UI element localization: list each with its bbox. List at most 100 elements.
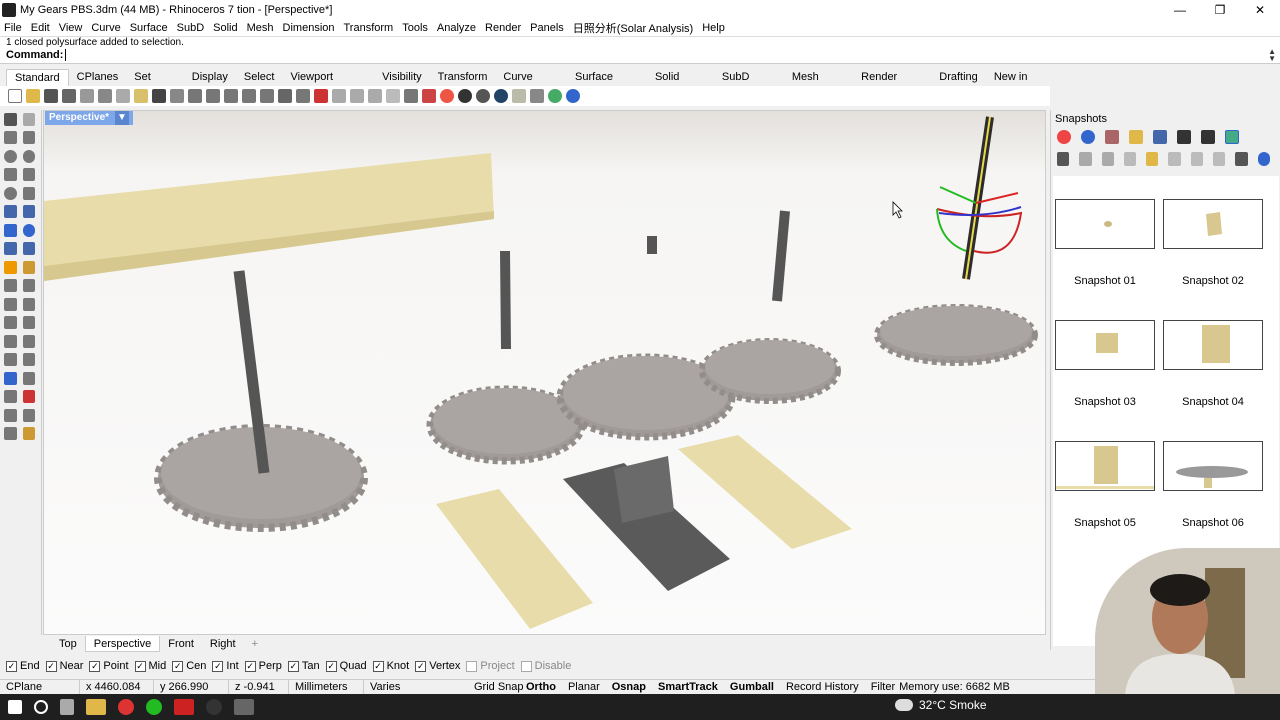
render-sphere-icon[interactable]: [476, 89, 490, 103]
minimize-button[interactable]: —: [1160, 0, 1200, 20]
cplane-icon[interactable]: [350, 89, 364, 103]
status-ortho[interactable]: Ortho: [520, 680, 562, 694]
osnap-cen[interactable]: ✓ Cen: [172, 660, 206, 672]
curve-icon[interactable]: [22, 131, 35, 145]
menu-mesh[interactable]: Mesh: [247, 22, 274, 34]
view-tab-right[interactable]: Right: [202, 636, 244, 652]
cut-icon[interactable]: [98, 89, 112, 103]
menu-surface[interactable]: Surface: [130, 22, 168, 34]
menu-tools[interactable]: Tools: [402, 22, 428, 34]
snap-icon[interactable]: [368, 89, 382, 103]
mesh-icon[interactable]: [4, 279, 17, 293]
wand-icon[interactable]: [512, 89, 526, 103]
point-icon[interactable]: [22, 112, 35, 126]
undo-view-icon[interactable]: [278, 89, 292, 103]
menu-solid[interactable]: Solid: [213, 22, 237, 34]
tab-drafting[interactable]: Drafting: [931, 69, 986, 86]
view-tab-top[interactable]: Top: [51, 636, 85, 652]
zoom-icon[interactable]: [206, 89, 220, 103]
menu-solar-analysis[interactable]: 日照分析(Solar Analysis): [573, 20, 693, 36]
extrude-icon[interactable]: [22, 242, 35, 256]
view-mode-icon[interactable]: [1235, 152, 1248, 166]
tab-curve-tools[interactable]: Curve Tools: [495, 69, 567, 100]
add-view-tab-button[interactable]: +: [244, 636, 266, 652]
text-icon[interactable]: [4, 334, 17, 348]
move-up-icon[interactable]: [1190, 152, 1204, 166]
tab-standard[interactable]: Standard: [6, 69, 69, 86]
menu-view[interactable]: View: [59, 22, 83, 34]
shaded-sphere-icon[interactable]: [458, 89, 472, 103]
boolean-diff-icon[interactable]: [22, 260, 35, 274]
array-icon[interactable]: [4, 390, 17, 404]
select-arrow-icon[interactable]: [4, 112, 17, 126]
osnap-project[interactable]: Project: [466, 660, 515, 672]
status-smarttrack[interactable]: SmartTrack: [652, 680, 724, 694]
shaft-middle[interactable]: [500, 250, 511, 350]
block-icon[interactable]: [22, 353, 35, 367]
tab-transform[interactable]: Transform: [430, 69, 496, 86]
search-icon[interactable]: [34, 700, 48, 714]
osnap-end[interactable]: ✓ End: [6, 660, 40, 672]
light-icon[interactable]: [386, 89, 400, 103]
menu-edit[interactable]: Edit: [31, 22, 50, 34]
tab-solid-tools[interactable]: Solid Tools: [647, 69, 714, 100]
whatsapp-icon[interactable]: [146, 699, 162, 715]
boolean-union-icon[interactable]: [4, 260, 17, 274]
undo-icon[interactable]: [152, 89, 166, 103]
rectangle-icon[interactable]: [22, 168, 35, 182]
color-wheel-icon[interactable]: [440, 89, 454, 103]
menu-file[interactable]: File: [4, 22, 22, 34]
menu-curve[interactable]: Curve: [91, 22, 120, 34]
folder-icon[interactable]: [1129, 130, 1143, 144]
close-button[interactable]: ✕: [1240, 0, 1280, 20]
snapshot-01-thumb[interactable]: [1055, 199, 1155, 249]
snapshot-02-thumb[interactable]: [1163, 199, 1263, 249]
start-button[interactable]: [8, 700, 22, 714]
status-units[interactable]: Millimeters: [289, 680, 364, 694]
menu-analyze[interactable]: Analyze: [437, 22, 476, 34]
status-gumball[interactable]: Gumball: [724, 680, 780, 694]
zoom-selected-icon[interactable]: [260, 89, 274, 103]
grid-icon[interactable]: [314, 89, 328, 103]
explode-icon[interactable]: [22, 279, 35, 293]
dimension-icon[interactable]: [22, 334, 35, 348]
print-icon[interactable]: [62, 89, 76, 103]
osnap-tan[interactable]: ✓ Tan: [287, 660, 320, 672]
fillet-edge-icon[interactable]: [4, 297, 17, 311]
analyze-icon[interactable]: [4, 408, 17, 422]
snapshot-03-thumb[interactable]: [1055, 320, 1155, 370]
render-icon[interactable]: [494, 89, 508, 103]
viewport-dropdown-icon[interactable]: ▼: [115, 111, 129, 125]
update-snapshot-icon[interactable]: [1101, 152, 1114, 166]
task-view-icon[interactable]: [60, 699, 74, 715]
osnap-int[interactable]: ✓ Int: [212, 660, 239, 672]
status-filter[interactable]: Filter: [865, 680, 897, 694]
save-icon[interactable]: [44, 89, 58, 103]
osnap-disable[interactable]: Disable: [520, 660, 571, 672]
osnap-near[interactable]: ✓ Near: [45, 660, 83, 672]
status-layer[interactable]: Varies: [364, 680, 468, 694]
box-icon[interactable]: [4, 223, 17, 237]
tab-subd-tools[interactable]: SubD Tools: [714, 69, 784, 100]
ellipse-icon[interactable]: [22, 149, 35, 163]
display-icon[interactable]: [1153, 130, 1167, 144]
view-tab-front[interactable]: Front: [160, 636, 202, 652]
tab-mesh-tools[interactable]: Mesh Tools: [784, 69, 853, 100]
file-explorer-icon[interactable]: [86, 699, 106, 715]
osnap-quad[interactable]: ✓ Quad: [325, 660, 367, 672]
acrobat-icon[interactable]: [174, 699, 194, 715]
status-cplane[interactable]: CPlane: [0, 680, 80, 694]
osnap-mid[interactable]: ✓ Mid: [134, 660, 166, 672]
select-icon[interactable]: [332, 89, 346, 103]
pan-icon[interactable]: [170, 89, 184, 103]
animate-icon[interactable]: [1168, 152, 1181, 166]
materials-icon[interactable]: [22, 427, 35, 441]
status-record-history[interactable]: Record History: [780, 680, 865, 694]
snapshot-05-thumb[interactable]: [1055, 441, 1155, 491]
chamfer-icon[interactable]: [22, 297, 35, 311]
cylinder-icon[interactable]: [4, 242, 17, 256]
save-snapshot-icon[interactable]: [1057, 152, 1070, 166]
circle-icon[interactable]: [4, 149, 17, 163]
materials-panel-icon[interactable]: [1105, 130, 1119, 144]
camera-icon[interactable]: [1201, 130, 1215, 144]
